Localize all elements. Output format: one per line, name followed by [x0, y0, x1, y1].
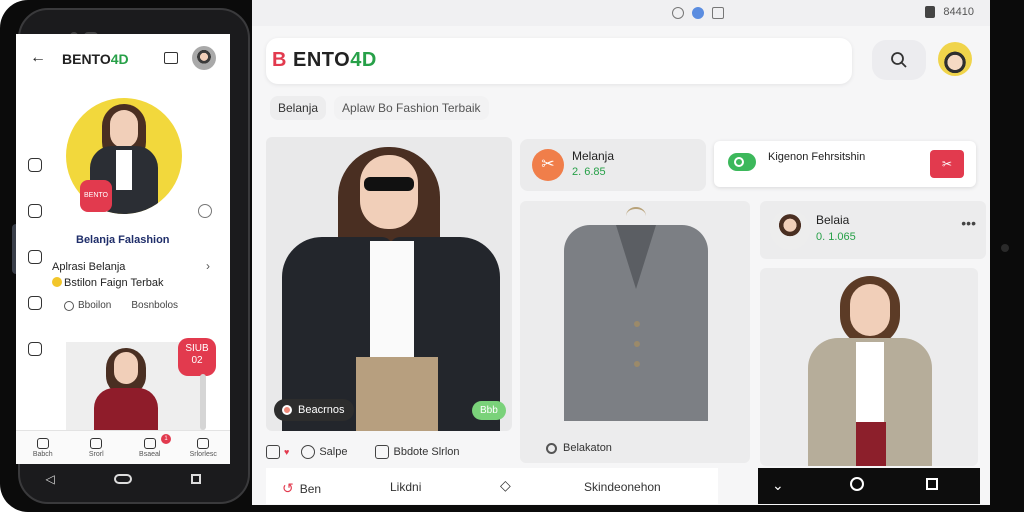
phone-actions: Bboilon Bosnbolos	[64, 300, 178, 311]
breadcrumb: Belanja Aplaw Bo Fashion Terbaik	[270, 96, 489, 120]
scrollbar[interactable]	[200, 374, 206, 430]
wallet-icon[interactable]	[28, 296, 42, 310]
info-card-melanja[interactable]: ✂ Melanja 2. 6.85	[520, 139, 706, 191]
sunglasses	[364, 177, 414, 191]
record-icon	[282, 405, 292, 415]
cart-icon[interactable]	[28, 204, 42, 218]
emoji-icon	[52, 277, 62, 287]
comment-icon	[64, 300, 74, 311]
scissors-icon: ✂	[941, 157, 953, 171]
home-icon	[36, 437, 49, 449]
action-button-red[interactable]: ✂	[930, 150, 964, 178]
phone-action-2[interactable]: Bosnbolos	[131, 300, 178, 311]
product-card-model[interactable]	[760, 268, 978, 466]
comment-button[interactable]: Salpe	[301, 445, 347, 459]
phone-brand-logo[interactable]: BENTO4D	[62, 51, 129, 67]
brand-logo[interactable]: B ENTO4D	[272, 49, 377, 72]
recents-nav-icon[interactable]	[190, 474, 201, 484]
tablet-screen: 84410 B ENTO4D Belanja Aplaw Bo Fashion …	[252, 0, 990, 505]
seller-avatar	[770, 210, 810, 250]
profile-icon	[197, 437, 210, 449]
bookmark-icon	[266, 445, 280, 459]
tab-scroll[interactable]: Srorl	[70, 431, 124, 464]
chat-icon	[90, 437, 103, 449]
phone-tab-bar: Babch Srorl 1 Bsaeal Srlorlesc	[16, 430, 230, 464]
breadcrumb-item-belanja[interactable]: Belanja	[270, 96, 327, 120]
chip-icon	[546, 442, 557, 454]
system-nav-bar: ⌄	[758, 468, 980, 504]
seller-card[interactable]: Belaia 0. 1.065 •••	[760, 201, 986, 259]
bag-icon[interactable]	[28, 158, 42, 172]
check-icon	[712, 7, 724, 19]
battery-icon	[925, 6, 936, 18]
bell-icon	[143, 437, 156, 449]
tab-home[interactable]: Babch	[16, 431, 70, 464]
tablet-bezel	[990, 0, 1024, 512]
more-icon[interactable]: •••	[961, 215, 976, 231]
header-bar: B ENTO4D	[266, 38, 852, 84]
breadcrumb-item-fashion[interactable]: Aplaw Bo Fashion Terbaik	[334, 96, 489, 120]
notification-badge: 1	[161, 434, 171, 444]
heart-icon: ♥	[284, 447, 290, 457]
sale-badge[interactable]: SIUB 02	[178, 338, 216, 376]
belakaton-chip[interactable]: Belakaton	[534, 436, 624, 460]
bookmark-button[interactable]: ♥	[266, 445, 289, 459]
status-bar: 84410	[252, 0, 990, 26]
phone-title: Belanja Falashion	[76, 234, 170, 246]
main-product-photo[interactable]: Beacrnos Bbb	[266, 137, 512, 431]
photo-tag-right[interactable]: Bbb	[472, 401, 506, 420]
phone-list-row[interactable]: Aplrasi Belanja Bstilon Faign Terbak	[52, 259, 212, 291]
back-arrow-icon[interactable]: ←	[30, 49, 46, 67]
scissors-icon: ✂	[532, 149, 564, 181]
phone-action-1[interactable]: Bboilon	[64, 300, 111, 311]
photo-tag-left[interactable]: Beacrnos	[274, 399, 355, 421]
toolbar-item-likdni[interactable]: Likdni	[390, 480, 421, 494]
toolbar-item-ben[interactable]: ↺ Ben	[282, 480, 321, 497]
message-icon[interactable]	[164, 52, 178, 64]
phone-screen: ← BENTO4D BENTO 4D Belanja Falashion Apl…	[16, 34, 230, 464]
share-button[interactable]: Bbdote Slrlon	[375, 445, 460, 459]
store-icon[interactable]	[28, 250, 42, 264]
toolbar-item-skindeonehon[interactable]: Skindeonehon	[584, 480, 661, 494]
chevron-right-icon[interactable]: ›	[206, 259, 210, 273]
tab-bsaeal[interactable]: 1 Bsaeal	[123, 431, 177, 464]
phone-avatar[interactable]	[192, 46, 216, 70]
hanger-icon	[626, 207, 646, 225]
diamond-icon[interactable]: ◇	[500, 477, 511, 494]
message-icon	[375, 445, 390, 459]
screenshot: 84410 B ENTO4D Belanja Aplaw Bo Fashion …	[0, 0, 1024, 512]
tab-profile[interactable]: Srlorlesc	[177, 431, 231, 464]
camera-icon	[1001, 244, 1009, 252]
bottom-toolbar: ↺ Ben Likdni ◇ Skindeonehon	[266, 468, 718, 504]
search-button[interactable]	[872, 40, 926, 80]
alarm-icon	[672, 7, 684, 19]
share-icon[interactable]	[28, 342, 42, 356]
product-card-blazer[interactable]	[520, 201, 750, 463]
comment-icon	[301, 445, 316, 459]
status-text: 84410	[943, 6, 974, 18]
back-nav-icon[interactable]: ◁	[45, 472, 54, 486]
back-nav-icon[interactable]: ⌄	[772, 477, 784, 494]
status-icons	[672, 7, 724, 19]
search-icon	[891, 52, 907, 68]
home-nav-icon[interactable]	[850, 477, 864, 491]
undo-icon: ↺	[282, 480, 294, 496]
phone-side-icons	[28, 158, 42, 356]
toggle-switch[interactable]	[728, 153, 756, 171]
home-nav-icon[interactable]	[113, 474, 132, 484]
status-right: 84410	[925, 6, 974, 18]
clock-icon	[198, 204, 212, 218]
recents-nav-icon[interactable]	[926, 478, 938, 490]
toggle-card: Kigenon Fehrsitshin ✂	[714, 141, 976, 187]
avatar[interactable]	[938, 42, 972, 76]
photo-actions: ♥ Salpe Bbdote Slrlon	[266, 438, 512, 466]
phone-nav-bar: ◁	[16, 464, 230, 494]
brand-badge: BENTO 4D	[80, 180, 112, 231]
location-icon	[692, 7, 704, 19]
